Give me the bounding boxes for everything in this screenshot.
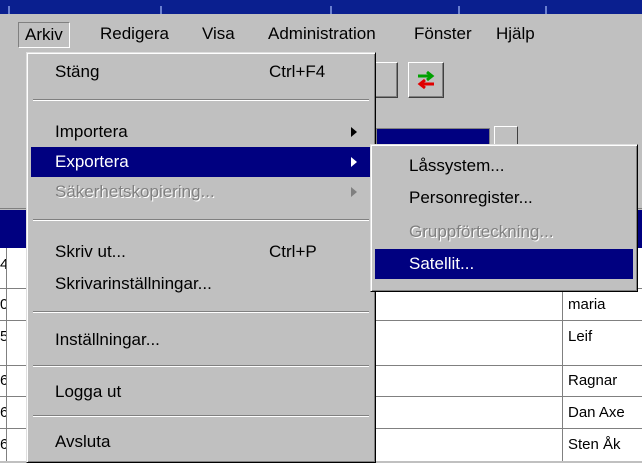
menu-item-label: Importera bbox=[55, 122, 128, 141]
menu-item-label: Säkerhetskopiering... bbox=[55, 182, 215, 201]
menu-item-label: Logga ut bbox=[55, 382, 122, 401]
title-bar-mark bbox=[330, 6, 332, 14]
menu-administration[interactable]: Administration bbox=[262, 22, 382, 46]
menu-item-skriv-ut[interactable]: Skriv ut... Ctrl+P bbox=[31, 237, 371, 267]
menu-item-installningar[interactable]: Inställningar... bbox=[31, 325, 371, 355]
menu-item-gruppforteckning: Gruppförteckning... bbox=[409, 222, 554, 241]
menu-item-logga-ut[interactable]: Logga ut bbox=[31, 377, 371, 407]
grid-row-fragment: 6 bbox=[0, 372, 6, 389]
menu-item-satellit[interactable]: Satellit... bbox=[375, 249, 633, 279]
menu-item-stang[interactable]: Stäng Ctrl+F4 bbox=[31, 57, 371, 87]
arkiv-menu: Stäng Ctrl+F4 Importera Exportera Säkerh… bbox=[26, 52, 376, 463]
title-bar-mark bbox=[160, 6, 162, 14]
grid-column-divider bbox=[6, 248, 7, 461]
submenu-arrow-icon bbox=[351, 157, 357, 167]
swap-button[interactable] bbox=[408, 62, 444, 98]
grid-row-fragment: 4 bbox=[0, 256, 6, 273]
menu-visa[interactable]: Visa bbox=[196, 22, 241, 46]
menu-item-skrivarinstallningar[interactable]: Skrivarinställningar... bbox=[31, 269, 371, 299]
grid-cell-name[interactable]: Dan Axe bbox=[565, 398, 642, 428]
menu-item-lassystem[interactable]: Låssystem... bbox=[375, 151, 633, 181]
title-bar bbox=[0, 0, 642, 14]
menu-item-label: Skriv ut... bbox=[55, 242, 126, 261]
grid-row-fragment: 5 bbox=[0, 328, 6, 345]
title-bar-mark bbox=[8, 6, 10, 14]
swap-arrows-icon bbox=[417, 70, 435, 90]
menu-item-label: Avsluta bbox=[55, 432, 111, 451]
menu-item-importera[interactable]: Importera bbox=[31, 117, 371, 147]
menu-item-sakerhetskopiering: Säkerhetskopiering... bbox=[31, 177, 371, 207]
export-submenu: Låssystem... Personregister... Gruppfört… bbox=[370, 144, 638, 292]
menu-item-exportera[interactable]: Exportera bbox=[31, 147, 371, 177]
title-bar-mark bbox=[458, 6, 460, 14]
submenu-arrow-icon bbox=[351, 127, 357, 137]
menu-separator bbox=[33, 415, 369, 417]
submenu-arrow-icon bbox=[351, 187, 357, 197]
menu-item-shortcut: Ctrl+F4 bbox=[269, 62, 326, 81]
grid-cell-name[interactable]: maria bbox=[565, 290, 642, 320]
title-bar-mark bbox=[545, 6, 547, 14]
grid-row-fragment: 6 bbox=[0, 436, 6, 453]
menu-separator bbox=[33, 219, 369, 221]
menu-separator bbox=[33, 99, 369, 101]
grid-row-fragment: 0 bbox=[0, 296, 6, 313]
grid-cell-name[interactable]: Sten Åk bbox=[565, 430, 642, 460]
menu-item-label: Stäng bbox=[55, 62, 100, 81]
menu-arkiv[interactable]: Arkiv bbox=[18, 22, 70, 48]
menu-fonster[interactable]: Fönster bbox=[408, 22, 478, 46]
menu-item-avsluta[interactable]: Avsluta bbox=[31, 427, 371, 457]
menu-hjalp[interactable]: Hjälp bbox=[490, 22, 541, 46]
menu-separator bbox=[33, 365, 369, 367]
grid-cell-name[interactable]: Ragnar bbox=[565, 366, 642, 396]
menu-item-label: Exportera bbox=[55, 152, 129, 171]
menu-redigera[interactable]: Redigera bbox=[94, 22, 175, 46]
grid-row-fragment: 6 bbox=[0, 404, 6, 421]
grid-cell-name[interactable]: Leif bbox=[565, 322, 642, 352]
menu-bar: Arkiv Redigera Visa Administration Fönst… bbox=[0, 14, 642, 52]
menu-item-label: Inställningar... bbox=[55, 330, 160, 349]
menu-separator bbox=[33, 311, 369, 313]
menu-item-personregister[interactable]: Personregister... bbox=[375, 183, 633, 213]
menu-item-shortcut: Ctrl+P bbox=[269, 242, 317, 261]
menu-item-label: Skrivarinställningar... bbox=[55, 274, 212, 293]
